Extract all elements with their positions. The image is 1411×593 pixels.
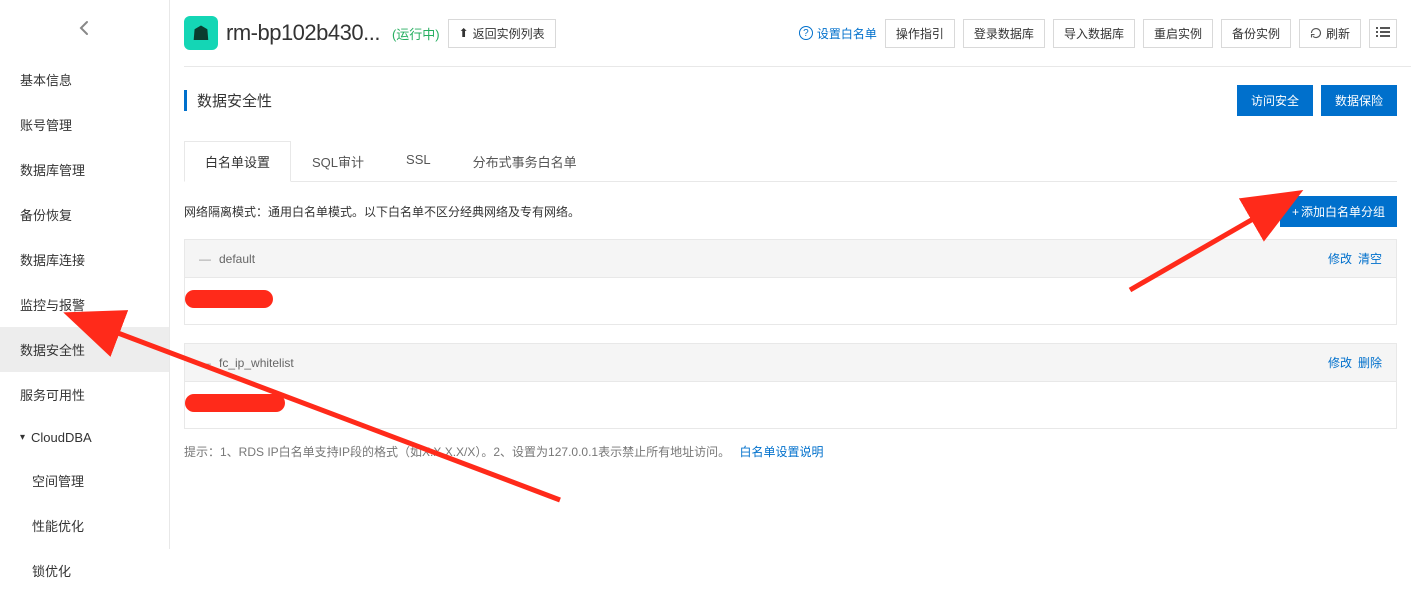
sidebar-item-label: 基本信息: [20, 70, 72, 89]
data-insurance-button[interactable]: 数据保险: [1321, 85, 1397, 116]
sidebar-item-service-availability[interactable]: 服务可用性: [0, 372, 169, 417]
add-whitelist-group-button[interactable]: + 添加白名单分组: [1280, 196, 1397, 227]
redacted-ip: [185, 394, 285, 412]
sidebar-item-label: 监控与报警: [20, 295, 85, 314]
sidebar-item-backup-restore[interactable]: 备份恢复: [0, 192, 169, 237]
delete-group-link[interactable]: 删除: [1358, 354, 1382, 371]
whitelist-doc-link[interactable]: 白名单设置说明: [739, 443, 823, 460]
sidebar-item-database-mgmt[interactable]: 数据库管理: [0, 147, 169, 192]
button-label: 登录数据库: [974, 25, 1034, 42]
sidebar-item-label: 数据安全性: [20, 340, 85, 359]
database-icon: ☗: [184, 16, 218, 50]
tab-ssl[interactable]: SSL: [385, 141, 452, 182]
sidebar-item-label: 数据库管理: [20, 160, 85, 179]
instance-title: rm-bp102b430...: [226, 20, 380, 46]
sidebar-item-db-connection[interactable]: 数据库连接: [0, 237, 169, 282]
button-label: 返回实例列表: [473, 25, 545, 42]
tab-label: 分布式事务白名单: [473, 155, 577, 170]
caret-down-icon: ▾: [20, 432, 25, 443]
back-to-list-button[interactable]: ⬆ 返回实例列表: [448, 19, 556, 48]
sidebar-item-account-mgmt[interactable]: 账号管理: [0, 102, 169, 147]
sidebar-item-label: 空间管理: [32, 471, 84, 490]
sidebar-item-label: 备份恢复: [20, 205, 72, 224]
tab-label: SSL: [406, 152, 431, 167]
button-label: 导入数据库: [1064, 25, 1124, 42]
button-label: 数据保险: [1335, 94, 1383, 108]
tab-label: 白名单设置: [205, 155, 270, 170]
button-label: 添加白名单分组: [1301, 203, 1385, 220]
button-label: 操作指引: [896, 25, 944, 42]
sidebar-item-monitor-alarm[interactable]: 监控与报警: [0, 282, 169, 327]
collapse-icon[interactable]: —: [199, 252, 211, 266]
redacted-ip: [185, 290, 273, 308]
list-icon: [1376, 25, 1390, 39]
access-security-button[interactable]: 访问安全: [1237, 85, 1313, 116]
button-label: 刷新: [1326, 25, 1350, 42]
tab-distributed-whitelist[interactable]: 分布式事务白名单: [452, 141, 598, 182]
hint-text: 提示：1、RDS IP白名单支持IP段的格式（如X.X.X.X/X）。2、设置为…: [184, 445, 730, 459]
sidebar-item-label: 数据库连接: [20, 250, 85, 269]
sidebar-item-label: 服务可用性: [20, 385, 85, 404]
tab-label: SQL审计: [312, 155, 364, 170]
upload-icon: ⬆: [459, 26, 469, 40]
tab-whitelist[interactable]: 白名单设置: [184, 141, 291, 182]
group-name: fc_ip_whitelist: [219, 356, 294, 370]
button-label: 重启实例: [1154, 25, 1202, 42]
clear-group-link[interactable]: 清空: [1358, 250, 1382, 267]
sidebar-item-label: 锁优化: [32, 561, 71, 580]
button-label: 访问安全: [1251, 94, 1299, 108]
sidebar-group-clouddba[interactable]: ▾ CloudDBA: [0, 417, 169, 458]
sidebar-item-space-mgmt[interactable]: 空间管理: [0, 458, 169, 503]
whitelist-group-header: — default 修改 清空: [184, 239, 1397, 278]
refresh-icon: [1310, 27, 1322, 39]
menu-button[interactable]: [1369, 19, 1397, 48]
edit-group-link[interactable]: 修改: [1328, 250, 1352, 267]
tab-sql-audit[interactable]: SQL审计: [291, 141, 385, 182]
sidebar-item-label: 账号管理: [20, 115, 72, 134]
header-actions: ? 设置白名单 操作指引 登录数据库 导入数据库 重启实例 备份实例 刷新: [799, 19, 1397, 48]
page-header: ☗ rm-bp102b430... (运行中) ⬆ 返回实例列表 ? 设置白名单…: [170, 16, 1411, 50]
section-title: 数据安全性: [184, 90, 272, 111]
sidebar: 基本信息 账号管理 数据库管理 备份恢复 数据库连接 监控与报警 数据安全性 服…: [0, 0, 170, 549]
refresh-button[interactable]: 刷新: [1299, 19, 1361, 48]
edit-group-link[interactable]: 修改: [1328, 354, 1352, 371]
whitelist-group-body: [184, 382, 1397, 429]
plus-icon: +: [1292, 205, 1299, 219]
mode-text: 网络隔离模式：通用白名单模式。以下白名单不区分经典网络及专有网络。: [184, 203, 580, 220]
sidebar-item-lock-opt[interactable]: 锁优化: [0, 548, 169, 593]
sidebar-item-basic-info[interactable]: 基本信息: [0, 57, 169, 102]
collapse-icon[interactable]: —: [199, 356, 211, 370]
help-icon: ?: [799, 26, 813, 40]
button-label: 备份实例: [1232, 25, 1280, 42]
sidebar-group-label: CloudDBA: [31, 430, 92, 445]
set-whitelist-link[interactable]: ? 设置白名单: [799, 25, 877, 42]
sidebar-item-perf-opt[interactable]: 性能优化: [0, 503, 169, 548]
sidebar-item-data-security[interactable]: 数据安全性: [0, 327, 169, 372]
backup-button[interactable]: 备份实例: [1221, 19, 1291, 48]
tabs: 白名单设置 SQL审计 SSL 分布式事务白名单: [184, 140, 1397, 182]
login-db-button[interactable]: 登录数据库: [963, 19, 1045, 48]
group-name: default: [219, 252, 255, 266]
guide-button[interactable]: 操作指引: [885, 19, 955, 48]
sidebar-item-label: 性能优化: [32, 516, 84, 535]
back-button[interactable]: [0, 0, 169, 57]
instance-status: (运行中): [392, 24, 440, 43]
security-section: 数据安全性 访问安全 数据保险 白名单设置 SQL审计 SSL 分布式事务白名单…: [170, 67, 1411, 474]
main-content: ☗ rm-bp102b430... (运行中) ⬆ 返回实例列表 ? 设置白名单…: [170, 0, 1411, 474]
hint-row: 提示：1、RDS IP白名单支持IP段的格式（如X.X.X.X/X）。2、设置为…: [184, 429, 1397, 474]
link-label: 设置白名单: [817, 25, 877, 42]
import-db-button[interactable]: 导入数据库: [1053, 19, 1135, 48]
restart-button[interactable]: 重启实例: [1143, 19, 1213, 48]
whitelist-group-header: — fc_ip_whitelist 修改 删除: [184, 343, 1397, 382]
whitelist-group-body: [184, 278, 1397, 325]
mode-row: 网络隔离模式：通用白名单模式。以下白名单不区分经典网络及专有网络。 + 添加白名…: [184, 182, 1397, 239]
